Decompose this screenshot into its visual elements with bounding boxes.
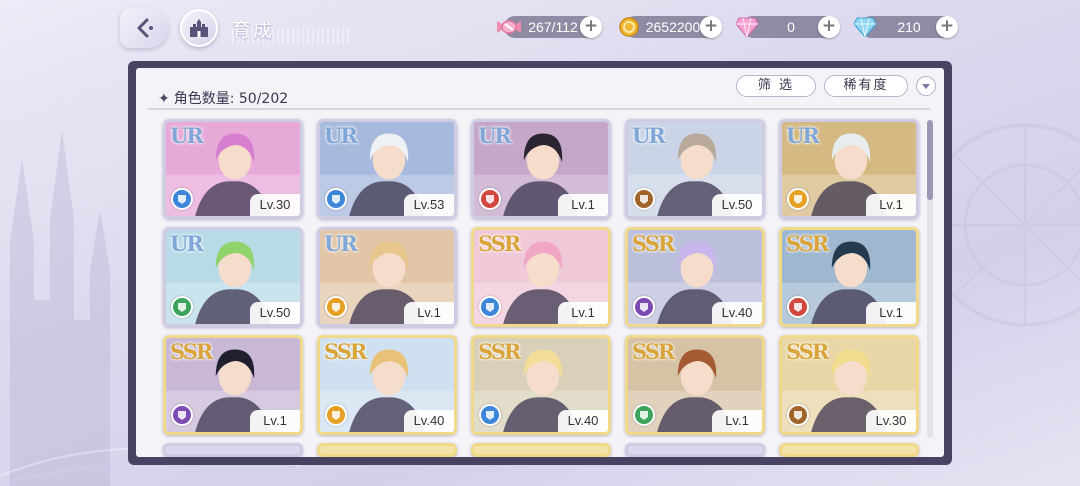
element-icon (633, 404, 655, 426)
chevron-down-icon (922, 84, 930, 89)
scrollbar-thumb[interactable] (927, 120, 933, 200)
header-divider (148, 108, 930, 110)
character-card[interactable]: SSR Lv.40 (471, 335, 611, 435)
element-icon (787, 296, 809, 318)
rarity-badge: SSR (632, 231, 675, 256)
level-label: Lv.1 (558, 194, 608, 216)
character-card-partial[interactable] (317, 443, 457, 457)
character-card[interactable]: UR Lv.50 (163, 227, 303, 327)
level-label: Lv.40 (558, 410, 608, 432)
blue-gem-resource: 210 + (853, 16, 958, 38)
level-label: Lv.40 (404, 410, 454, 432)
candy-icon (494, 12, 524, 42)
element-icon (787, 404, 809, 426)
rarity-badge: UR (170, 123, 204, 148)
character-card[interactable]: SSR Lv.1 (163, 335, 303, 435)
element-icon (787, 188, 809, 210)
character-card[interactable]: UR Lv.1 (317, 227, 457, 327)
blue-diamond-icon (850, 12, 880, 42)
home-button[interactable] (180, 9, 218, 47)
level-label: Lv.40 (712, 302, 762, 324)
character-card-partial[interactable] (625, 443, 765, 457)
level-label: Lv.1 (558, 302, 608, 324)
element-icon (171, 296, 193, 318)
element-icon (171, 404, 193, 426)
character-card[interactable]: UR Lv.50 (625, 119, 765, 219)
rarity-badge: SSR (632, 339, 675, 364)
element-icon (479, 296, 501, 318)
element-icon (171, 188, 193, 210)
level-label: Lv.1 (866, 194, 916, 216)
character-card[interactable]: UR Lv.53 (317, 119, 457, 219)
candy-resource: 267/112 + (497, 16, 602, 38)
level-label: Lv.1 (250, 410, 300, 432)
character-card[interactable]: SSR Lv.40 (625, 227, 765, 327)
level-label: Lv.53 (404, 194, 454, 216)
coin-resource: 2652200 + (619, 16, 722, 38)
character-card[interactable]: UR Lv.1 (471, 119, 611, 219)
filter-button[interactable]: 筛 选 (736, 75, 816, 97)
add-coin-button[interactable]: + (700, 16, 722, 38)
rarity-badge: UR (478, 123, 512, 148)
rarity-badge: SSR (478, 231, 521, 256)
level-label: Lv.1 (866, 302, 916, 324)
element-icon (479, 404, 501, 426)
element-icon (479, 188, 501, 210)
element-icon (325, 404, 347, 426)
element-icon (325, 296, 347, 318)
level-label: Lv.50 (250, 302, 300, 324)
character-card[interactable]: SSR Lv.40 (317, 335, 457, 435)
character-panel: ✦ 角色数量: 50/202 筛 选 稀有度 UR Lv.30 UR Lv.53 UR Lv… (128, 61, 952, 465)
level-label: Lv.30 (250, 194, 300, 216)
add-candy-button[interactable]: + (580, 16, 602, 38)
character-card[interactable]: UR Lv.1 (779, 119, 919, 219)
back-button[interactable] (120, 8, 168, 48)
character-card[interactable]: SSR Lv.1 (779, 227, 919, 327)
page-title: 育成 (232, 19, 275, 41)
rarity-badge: UR (170, 231, 204, 256)
character-card-partial[interactable] (471, 443, 611, 457)
add-blue-gem-button[interactable]: + (936, 16, 958, 38)
character-card-partial[interactable] (163, 443, 303, 457)
element-icon (325, 188, 347, 210)
character-count: ✦ 角色数量: 50/202 (158, 88, 288, 108)
rarity-badge: UR (632, 123, 666, 148)
element-icon (633, 188, 655, 210)
rarity-sort-button[interactable]: 稀有度 (824, 75, 908, 97)
add-pink-gem-button[interactable]: + (818, 16, 840, 38)
level-label: Lv.30 (866, 410, 916, 432)
character-count-text: 角色数量: 50/202 (173, 91, 289, 107)
character-card[interactable]: SSR Lv.30 (779, 335, 919, 435)
sort-order-button[interactable] (916, 76, 936, 96)
pink-gem-resource: 0 + (735, 16, 840, 38)
rarity-badge: SSR (786, 231, 829, 256)
character-card-partial[interactable] (779, 443, 919, 457)
sparkle-icon: ✦ (158, 91, 170, 107)
scrollbar[interactable] (927, 120, 933, 438)
castle-home-icon (190, 19, 208, 37)
element-icon (633, 296, 655, 318)
coin-icon (614, 12, 644, 42)
character-card[interactable]: SSR Lv.1 (471, 227, 611, 327)
level-label: Lv.50 (712, 194, 762, 216)
rarity-badge: UR (324, 231, 358, 256)
character-card[interactable]: UR Lv.30 (163, 119, 303, 219)
rarity-badge: SSR (324, 339, 367, 364)
level-label: Lv.1 (712, 410, 762, 432)
rarity-badge: SSR (786, 339, 829, 364)
back-arrow-icon (137, 18, 153, 38)
rarity-badge: UR (786, 123, 820, 148)
rarity-badge: UR (324, 123, 358, 148)
pink-diamond-icon (732, 12, 762, 42)
character-panel-inner: ✦ 角色数量: 50/202 筛 选 稀有度 UR Lv.30 UR Lv.53 UR Lv… (136, 68, 944, 457)
rarity-badge: SSR (478, 339, 521, 364)
rarity-badge: SSR (170, 339, 213, 364)
character-card[interactable]: SSR Lv.1 (625, 335, 765, 435)
level-label: Lv.1 (404, 302, 454, 324)
